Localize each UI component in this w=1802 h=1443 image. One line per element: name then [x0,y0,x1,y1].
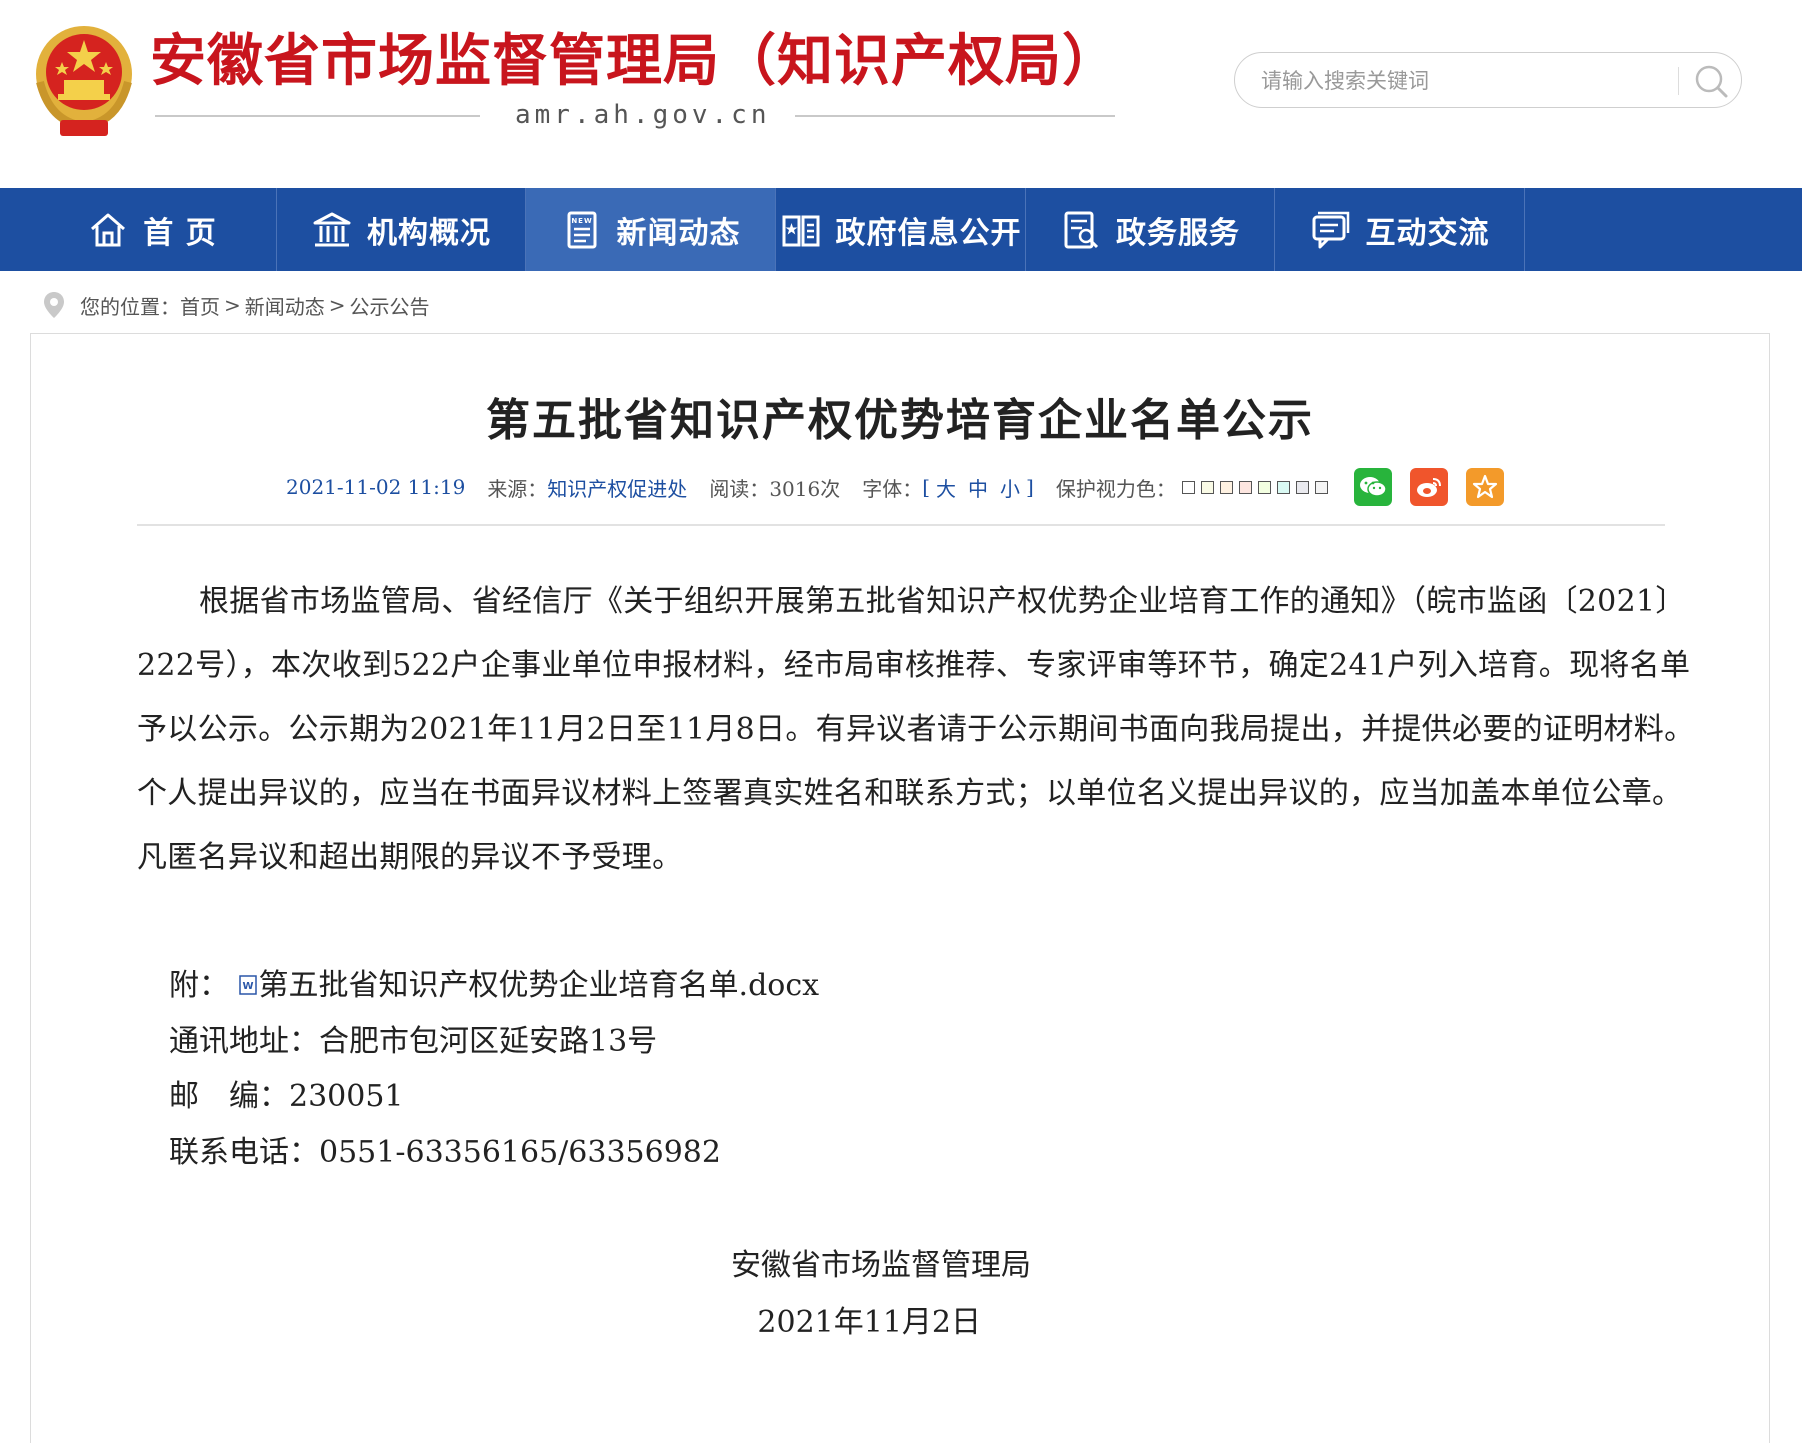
location-pin-icon [44,292,64,318]
font-small-button[interactable]: 小 [1000,473,1020,502]
star-icon [1472,474,1497,499]
weibo-share-button[interactable] [1409,468,1448,506]
nav-item-home[interactable]: 首 页 [28,188,277,271]
eye-care-label: 保护视力色： [1055,476,1176,501]
nav-item-news[interactable]: NEW 新闻动态 [526,188,776,271]
eye-care-swatch[interactable] [1295,480,1309,494]
breadcrumb-separator: > [224,293,241,317]
nav-item-about[interactable]: 机构概况 [277,188,526,271]
nav-label-gov-info: 政府信息公开 [835,215,1022,251]
attachment-label: 附： [169,968,229,1003]
site-header: 安徽省市场监督管理局（知识产权局） amr.ah.gov.cn [0,0,1802,188]
search-divider [1678,67,1679,95]
main-nav: 首 页 机构概况 NEW 新闻动态 政府信息公开 政务服务 互动交流 [0,188,1802,271]
search-box [1234,52,1742,108]
source-name[interactable]: 知识产权促进处 [547,473,687,502]
font-bracket-close: ] [1026,475,1034,499]
favorite-share-button[interactable] [1465,468,1504,506]
site-title: 安徽省市场监督管理局（知识产权局） [150,29,1119,94]
nav-item-gov-info[interactable]: 政府信息公开 [776,188,1026,271]
article-panel: 第五批省知识产权优势培育企业名单公示 2021-11-02 11:19 来源： … [30,333,1770,1443]
eye-care-swatch[interactable] [1181,480,1195,494]
signature-date: 2021年11月2日 [757,1305,981,1340]
domain-line-left [155,115,480,117]
font-medium-button[interactable]: 中 [968,473,988,502]
attachment-link[interactable]: 第五批省知识产权优势企业培育名单.docx [259,968,820,1003]
breadcrumb-prefix: 您的位置： [80,294,180,319]
domain-line-right [795,115,1115,117]
breadcrumb-current[interactable]: 公示公告 [350,291,430,320]
signature-org: 安徽省市场监督管理局 [731,1248,1031,1283]
eye-care-swatch[interactable] [1257,480,1271,494]
meta-divider [137,524,1665,526]
article-body: 根据省市场监管局、省经信厅《关于组织开展第五批省知识产权优势企业培育工作的通知》… [137,584,1695,875]
eye-care-swatch[interactable] [1314,480,1328,494]
contact-phone: 联系电话：0551-63356165/63356982 [169,1135,721,1170]
search-input[interactable] [1259,65,1683,97]
nav-item-interaction[interactable]: 互动交流 [1275,188,1525,271]
attachment-row: 附： W 第五批省知识产权优势企业培育名单.docx [169,966,819,1006]
eye-care-swatch[interactable] [1238,480,1252,494]
svg-text:W: W [242,981,253,992]
font-bracket-open: [ [922,475,931,499]
nav-item-services[interactable]: 政务服务 [1026,188,1275,271]
breadcrumb-separator: > [328,293,346,317]
views-count: 3016次 [769,476,841,501]
eye-care-swatches [1181,480,1328,494]
breadcrumb-section[interactable]: 新闻动态 [245,291,325,320]
breadcrumb-home[interactable]: 首页 [180,291,220,320]
home-icon [91,213,126,246]
eye-care-swatch[interactable] [1200,480,1214,494]
svg-text:NEW: NEW [571,217,592,225]
eye-care-swatch[interactable] [1276,480,1290,494]
font-large-button[interactable]: 大 [936,473,956,502]
book-icon [782,215,819,246]
search-icon[interactable] [1691,61,1731,101]
article-title: 第五批省知识产权优势培育企业名单公示 [486,395,1314,446]
word-document-icon: W [238,975,257,995]
wechat-icon [1359,477,1387,497]
chat-icon [1312,211,1349,248]
weibo-icon [1416,478,1441,497]
news-icon: NEW [567,211,596,248]
national-emblem-icon [36,26,132,136]
domain-row: amr.ah.gov.cn [155,100,1115,130]
document-icon [1064,211,1099,248]
source-label: 来源： [487,476,548,501]
nav-label-news: 新闻动态 [616,215,741,251]
publish-date: 2021-11-02 11:19 [286,475,466,499]
site-domain: amr.ah.gov.cn [515,100,771,130]
font-size-label: 字体： [862,476,923,501]
wechat-share-button[interactable] [1353,468,1392,506]
breadcrumb: 您的位置： 首页 > 新闻动态 > 公示公告 [42,288,430,322]
nav-label-home: 首 页 [143,215,217,251]
building-icon [313,212,351,246]
nav-label-services: 政务服务 [1116,215,1240,251]
article-meta: 2021-11-02 11:19 来源： 知识产权促进处 阅读： 3016次 字… [286,466,1504,508]
views-label: 阅读： [709,476,770,501]
nav-label-about: 机构概况 [367,215,491,251]
postcode: 邮 编：230051 [169,1079,404,1114]
eye-care-swatch[interactable] [1219,480,1233,494]
share-buttons [1353,468,1504,506]
nav-label-interaction: 互动交流 [1365,215,1490,251]
mailing-address: 通讯地址：合肥市包河区延安路13号 [169,1024,658,1059]
